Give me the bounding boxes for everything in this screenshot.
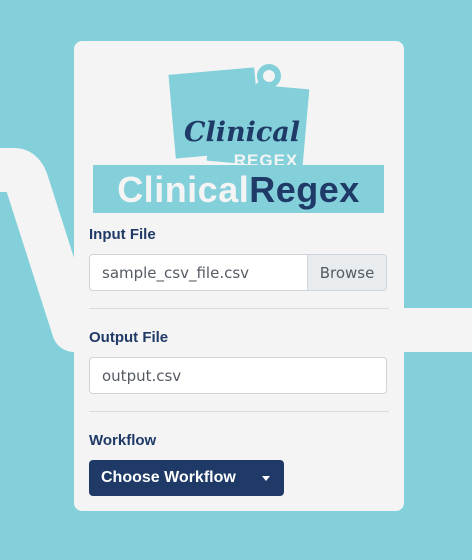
- input-file-field[interactable]: [90, 255, 307, 290]
- input-file-label: Input File: [89, 226, 156, 243]
- output-file-group: [89, 357, 387, 394]
- choose-workflow-button[interactable]: Choose Workflow: [89, 460, 284, 496]
- divider-2: [89, 411, 389, 412]
- wordmark-regex: Regex: [249, 169, 360, 210]
- divider-1: [89, 308, 389, 309]
- main-card: Clinical REGEX ClinicalRegex Input File …: [74, 41, 404, 511]
- output-file-label: Output File: [89, 329, 169, 346]
- browse-button[interactable]: Browse: [307, 255, 386, 290]
- input-file-group: Browse: [89, 254, 387, 291]
- wordmark-clinical: Clinical: [117, 169, 250, 210]
- output-file-field[interactable]: [90, 358, 386, 393]
- clinical-regex-logo: Clinical REGEX: [168, 64, 310, 170]
- logo-text-clinical: Clinical: [184, 117, 300, 148]
- caret-down-icon: [262, 475, 270, 481]
- workflow-label: Workflow: [89, 432, 157, 449]
- app-wordmark: ClinicalRegex: [93, 165, 384, 213]
- choose-workflow-label: Choose Workflow: [101, 469, 236, 486]
